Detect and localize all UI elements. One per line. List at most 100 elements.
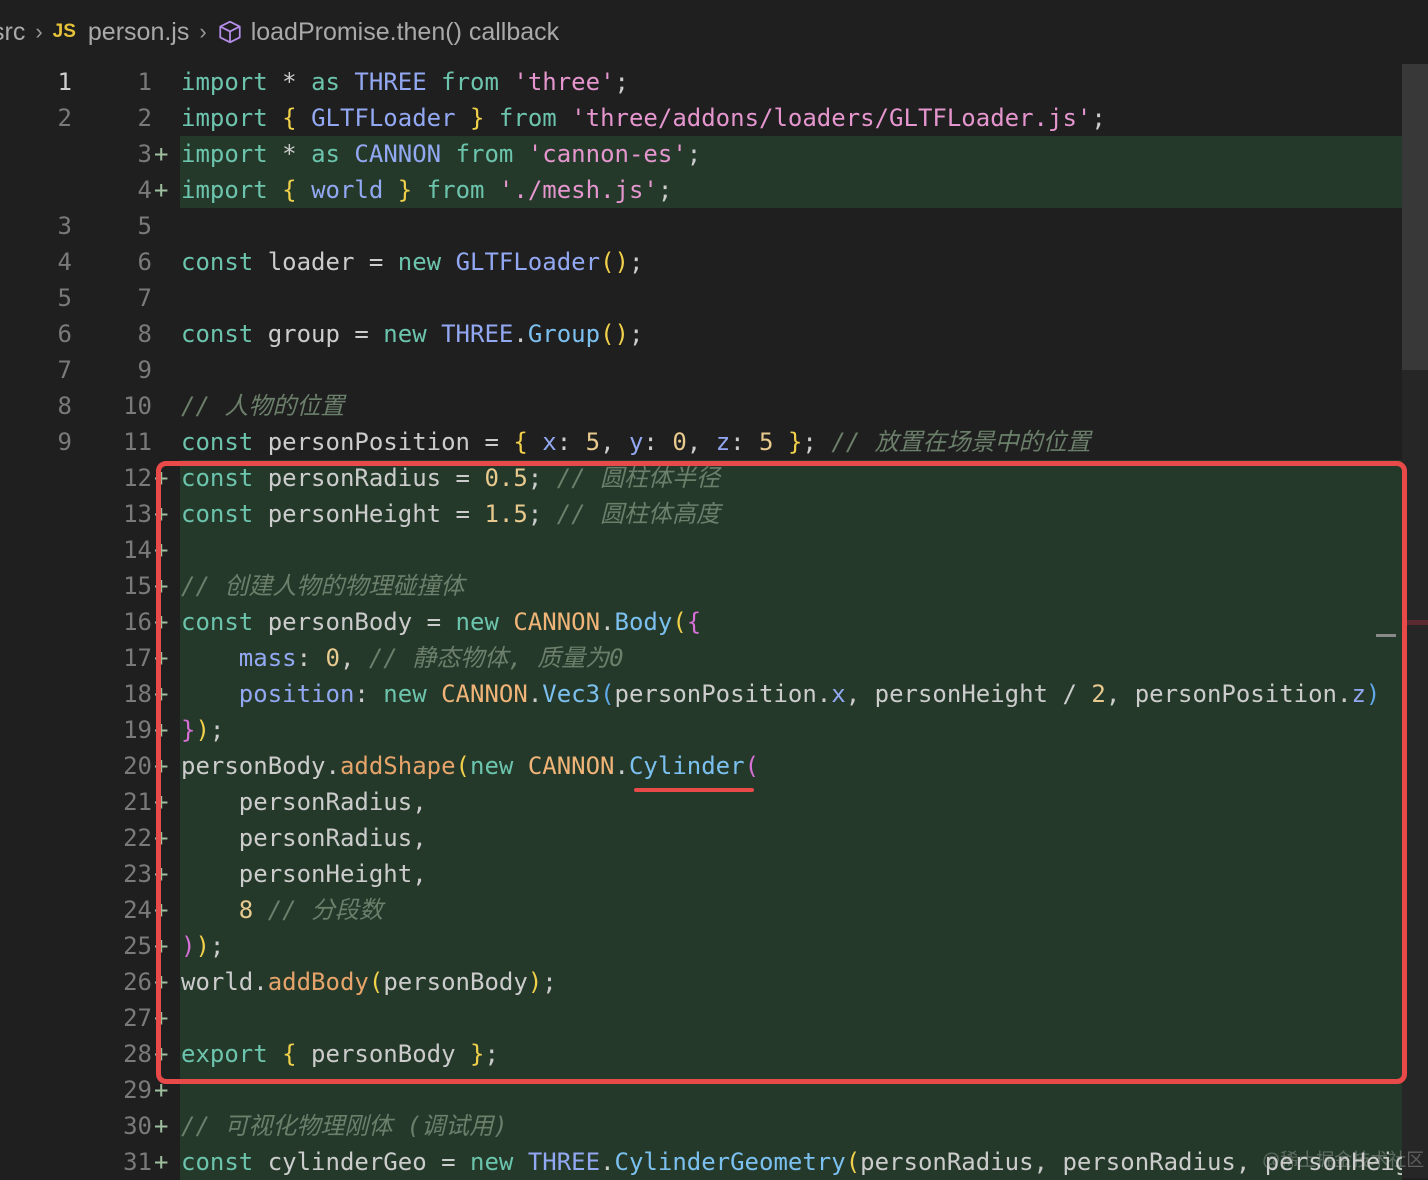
- code-line[interactable]: 2 2 import { GLTFLoader } from 'three/addo…: [0, 100, 1402, 136]
- code-text[interactable]: const personPosition = { x: 5, y: 0, z: …: [181, 424, 1091, 460]
- code-line[interactable]: 30 +// 可视化物理刚体 (调试用): [0, 1108, 1402, 1144]
- code-line[interactable]: 4 + import { world } from './mesh.js';: [0, 172, 1402, 208]
- modified-line-number: 14: [123, 536, 152, 564]
- watermark: @稀土掘金技术社区: [1262, 1150, 1425, 1170]
- code-line[interactable]: 18 + position: new CANNON.Vec3(personPosi…: [0, 676, 1402, 712]
- code-line[interactable]: 17 + mass: 0, // 静态物体, 质量为0: [0, 640, 1402, 676]
- modified-line-number: 1: [137, 68, 152, 96]
- code-text[interactable]: const cylinderGeo = new THREE.CylinderGe…: [181, 1144, 1409, 1180]
- code-editor[interactable]: 1 1 import * as THREE from 'three'; 2 2 impor…: [0, 64, 1409, 1180]
- code-line[interactable]: 8 10 // 人物的位置: [0, 388, 1402, 424]
- scrollbar-thumb[interactable]: [1402, 64, 1428, 370]
- code-text[interactable]: import { GLTFLoader } from 'three/addons…: [181, 100, 1106, 136]
- code-text[interactable]: ));: [181, 928, 224, 964]
- diff-added-marker: +: [154, 1112, 169, 1140]
- code-line[interactable]: 27 +: [0, 1000, 1402, 1036]
- code-line[interactable]: 3 + import * as CANNON from 'cannon-es';: [0, 136, 1402, 172]
- code-line[interactable]: 35: [0, 208, 1402, 244]
- original-line-number: 7: [57, 356, 72, 384]
- breadcrumb-file[interactable]: JS person.js: [53, 18, 190, 47]
- line-gutter: 20 +: [0, 748, 180, 784]
- code-line[interactable]: 1 1 import * as THREE from 'three';: [0, 64, 1402, 100]
- modified-line-number: 5: [137, 212, 152, 240]
- modified-line-number: 7: [137, 284, 152, 312]
- code-line[interactable]: 9 11 const personPosition = { x: 5, y: 0, …: [0, 424, 1402, 460]
- line-gutter: 23 +: [0, 856, 180, 892]
- code-text[interactable]: import { world } from './mesh.js';: [181, 172, 672, 208]
- line-gutter: 3 +: [0, 136, 180, 172]
- code-text[interactable]: world.addBody(personBody);: [181, 964, 557, 1000]
- code-line[interactable]: 14 +: [0, 532, 1402, 568]
- code-line[interactable]: 23 + personHeight,: [0, 856, 1402, 892]
- modified-line-number: 26: [123, 968, 152, 996]
- code-line[interactable]: 25 +));: [0, 928, 1402, 964]
- code-line[interactable]: 24 + 8 // 分段数: [0, 892, 1402, 928]
- code-text[interactable]: const personBody = new CANNON.Body({: [181, 604, 701, 640]
- line-gutter: 25 +: [0, 928, 180, 964]
- code-text[interactable]: const personHeight = 1.5; // 圆柱体高度: [181, 496, 720, 532]
- code-text[interactable]: });: [181, 712, 224, 748]
- modified-line-number: 8: [137, 320, 152, 348]
- modified-line-number: 13: [123, 500, 152, 528]
- code-line[interactable]: 79: [0, 352, 1402, 388]
- modified-line-number: 17: [123, 644, 152, 672]
- code-line[interactable]: 16 + const personBody = new CANNON.Body({: [0, 604, 1402, 640]
- diff-added-marker: +: [154, 824, 169, 852]
- diff-added-marker: +: [154, 500, 169, 528]
- code-line[interactable]: 57: [0, 280, 1402, 316]
- line-gutter: 13 +: [0, 496, 180, 532]
- code-line[interactable]: 15 +// 创建人物的物理碰撞体: [0, 568, 1402, 604]
- diff-added-marker: +: [154, 464, 169, 492]
- code-line[interactable]: 20 + personBody.addShape(new CANNON.Cylind…: [0, 748, 1402, 784]
- modified-line-number: 20: [123, 752, 152, 780]
- diff-added-marker: +: [154, 752, 169, 780]
- code-text[interactable]: const loader = new GLTFLoader();: [181, 244, 643, 280]
- modified-line-number: 4: [137, 176, 152, 204]
- line-gutter: 68: [0, 316, 180, 352]
- diff-added-marker: +: [154, 680, 169, 708]
- modified-line-number: 18: [123, 680, 152, 708]
- code-line[interactable]: 13 + const personHeight = 1.5; // 圆柱体高度: [0, 496, 1402, 532]
- diff-added-marker: +: [154, 1004, 169, 1032]
- line-gutter: 14 +: [0, 532, 180, 568]
- code-text[interactable]: position: new CANNON.Vec3(personPosition…: [181, 676, 1381, 712]
- diff-added-marker: +: [154, 1148, 169, 1176]
- code-line[interactable]: 31 + const cylinderGeo = new THREE.Cylinde…: [0, 1144, 1409, 1180]
- modified-line-number: 19: [123, 716, 152, 744]
- code-line[interactable]: 4 6 const loader = new GLTFLoader();: [0, 244, 1402, 280]
- code-text[interactable]: personBody.addShape(new CANNON.Cylinder(: [181, 748, 759, 784]
- modified-line-number: 31: [123, 1148, 152, 1176]
- code-text[interactable]: // 可视化物理刚体 (调试用): [181, 1108, 508, 1144]
- code-text[interactable]: mass: 0, // 静态物体, 质量为0: [181, 640, 624, 676]
- code-text[interactable]: import * as CANNON from 'cannon-es';: [181, 136, 701, 172]
- modified-line-number: 10: [123, 392, 152, 420]
- code-text[interactable]: import * as THREE from 'three';: [181, 64, 629, 100]
- code-text[interactable]: const personRadius = 0.5; // 圆柱体半径: [181, 460, 720, 496]
- code-text[interactable]: const group = new THREE.Group();: [181, 316, 643, 352]
- code-text[interactable]: export { personBody };: [181, 1036, 499, 1072]
- cube-icon: [219, 20, 241, 44]
- diff-added-marker: +: [154, 572, 169, 600]
- breadcrumb-symbol[interactable]: loadPromise.then() callback: [217, 18, 559, 47]
- code-line[interactable]: 26 + world.addBody(personBody);: [0, 964, 1402, 1000]
- code-text[interactable]: personRadius,: [181, 784, 427, 820]
- line-gutter: 11: [0, 64, 180, 100]
- code-text[interactable]: personRadius,: [181, 820, 427, 856]
- code-text[interactable]: // 创建人物的物理碰撞体: [181, 568, 464, 604]
- code-line[interactable]: 29 +: [0, 1072, 1402, 1108]
- code-line[interactable]: 12 + const personRadius = 0.5; // 圆柱体半径: [0, 460, 1402, 496]
- diff-added-marker: +: [154, 932, 169, 960]
- code-text[interactable]: 8 // 分段数: [181, 892, 383, 928]
- code-text[interactable]: // 人物的位置: [181, 388, 344, 424]
- modified-line-number: 16: [123, 608, 152, 636]
- original-line-number: 3: [57, 212, 72, 240]
- code-line[interactable]: 19 +});: [0, 712, 1402, 748]
- line-gutter: 22 +: [0, 820, 180, 856]
- original-line-number: 4: [57, 248, 72, 276]
- modified-line-number: 29: [123, 1076, 152, 1104]
- code-text[interactable]: personHeight,: [181, 856, 427, 892]
- code-line[interactable]: 6 8 const group = new THREE.Group();: [0, 316, 1402, 352]
- breadcrumb-folder[interactable]: src: [0, 18, 25, 47]
- code-line[interactable]: 22 + personRadius,: [0, 820, 1402, 856]
- code-line[interactable]: 28 + export { personBody };: [0, 1036, 1402, 1072]
